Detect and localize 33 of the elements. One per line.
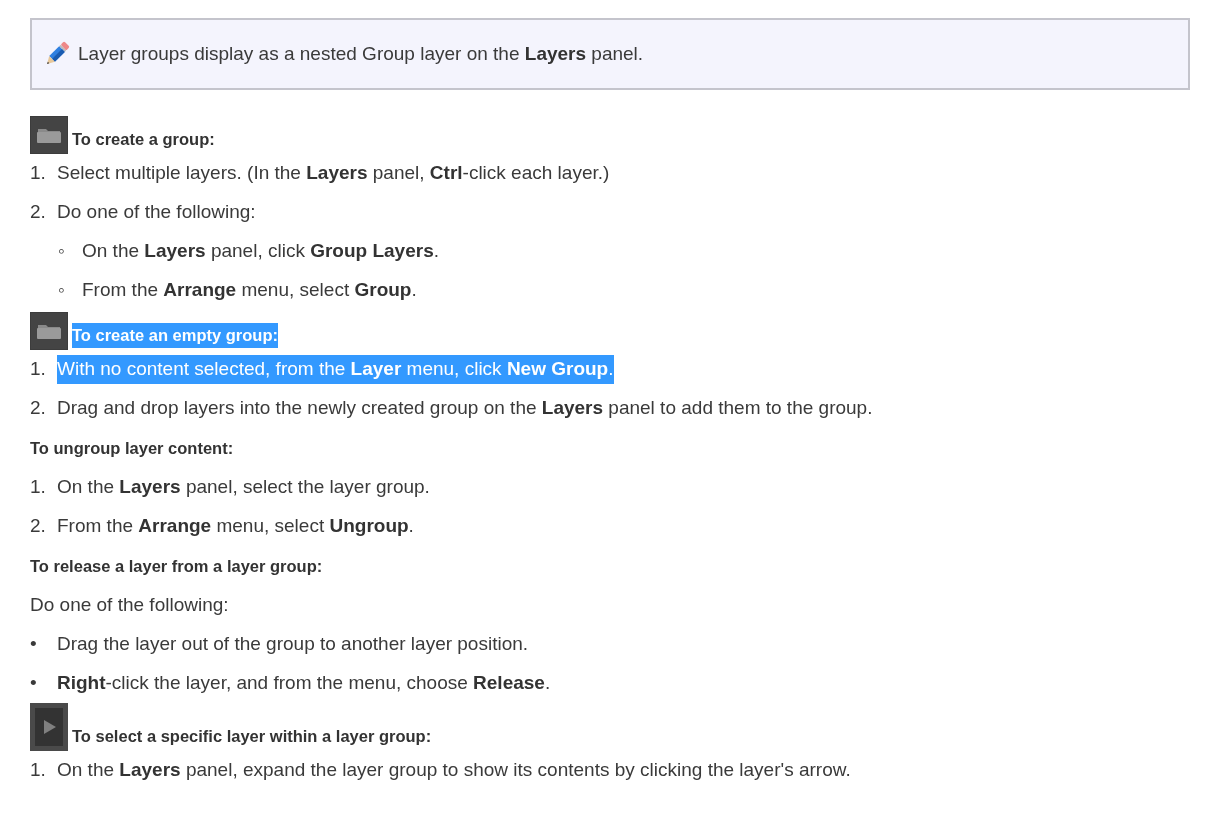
folder-icon: [30, 312, 68, 350]
step-text: On the Layers panel, expand the layer group to show its contents by clicking the layer's arrow.: [57, 758, 851, 783]
step-text: Drag the layer out of the group to another layer position.: [57, 632, 529, 657]
step-text: Drag and drop layers into the newly created group on the Layers panel to add them to the group.: [57, 396, 873, 421]
step-text: Select multiple layers. (In the Layers panel, Ctrl-click each layer.): [57, 161, 610, 186]
list-marker: 2.: [30, 396, 47, 421]
list-marker: ◦: [58, 278, 66, 303]
step-text: Do one of the following:: [57, 200, 256, 225]
list-marker: 1.: [30, 357, 47, 382]
list-marker: 2.: [30, 514, 47, 539]
list-marker: •: [30, 671, 38, 696]
section-heading: To select a specific layer within a layer group:: [72, 726, 432, 748]
pencil-icon: [44, 41, 70, 67]
list-marker: 2.: [30, 200, 47, 225]
list-marker: 1.: [30, 475, 47, 500]
step-text: Right-click the layer, and from the menu, choose Release.: [57, 671, 551, 696]
list-marker: 1.: [30, 161, 47, 186]
play-icon: [30, 703, 68, 751]
folder-icon: [30, 116, 68, 154]
list-marker: ◦: [58, 239, 66, 264]
step-text: From the Arrange menu, select Ungroup.: [57, 514, 414, 539]
section-heading: To ungroup layer content:: [30, 437, 234, 459]
step-text: On the Layers panel, click Group Layers.: [82, 239, 439, 264]
step-text: On the Layers panel, select the layer group.: [57, 475, 430, 500]
section-heading: To create an empty group:: [72, 323, 278, 348]
list-marker: •: [30, 632, 38, 657]
paragraph-text: Do one of the following:: [30, 593, 229, 618]
step-text: From the Arrange menu, select Group.: [82, 278, 417, 303]
list-marker: 1.: [30, 758, 47, 783]
note-text: Layer groups display as a nested Group layer on the Layers panel.: [78, 41, 644, 66]
section-heading: To release a layer from a layer group:: [30, 555, 323, 577]
step-text: With no content selected, from the Layer menu, click New Group.: [57, 355, 614, 384]
section-heading: To create a group:: [72, 129, 215, 151]
